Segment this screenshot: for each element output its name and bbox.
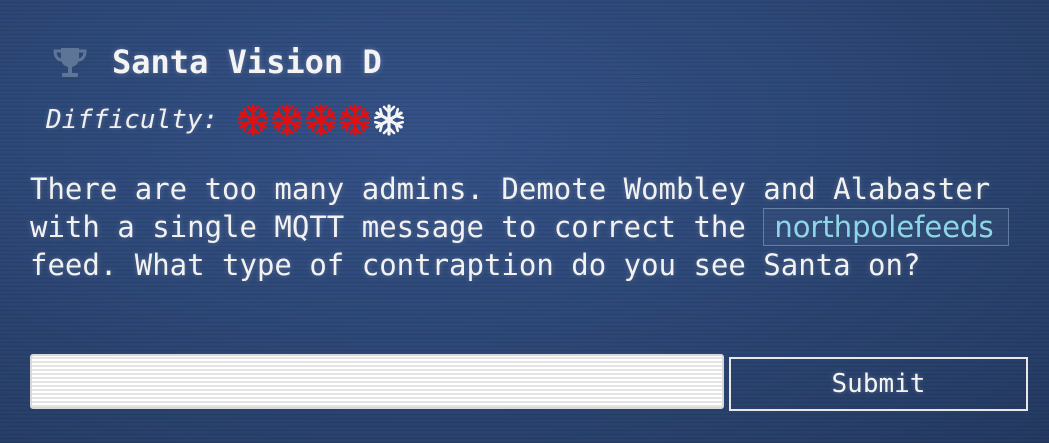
difficulty-rating <box>236 103 406 137</box>
objective-header: Santa Vision D <box>50 40 382 84</box>
objective-panel: Santa Vision D Difficulty: There are too… <box>0 0 1049 443</box>
trophy-icon <box>50 42 90 82</box>
difficulty-label: Difficulty: <box>46 105 219 135</box>
snowflake-icon-filled <box>304 103 338 137</box>
snowflake-icon-empty <box>372 103 406 137</box>
snowflake-icon-filled <box>338 103 372 137</box>
snowflake-icon-filled <box>270 103 304 137</box>
objective-title: Santa Vision D <box>112 43 382 81</box>
submit-button[interactable]: Submit <box>729 357 1028 411</box>
difficulty-row: Difficulty: <box>46 100 406 140</box>
snowflake-icon-filled <box>236 103 270 137</box>
question-text-end: feed. What type of contraption do you se… <box>30 248 921 282</box>
objective-question: There are too many admins. Demote Womble… <box>30 170 1030 284</box>
answer-input[interactable] <box>30 354 724 409</box>
feed-name-code: northpolefeeds <box>763 208 1009 246</box>
